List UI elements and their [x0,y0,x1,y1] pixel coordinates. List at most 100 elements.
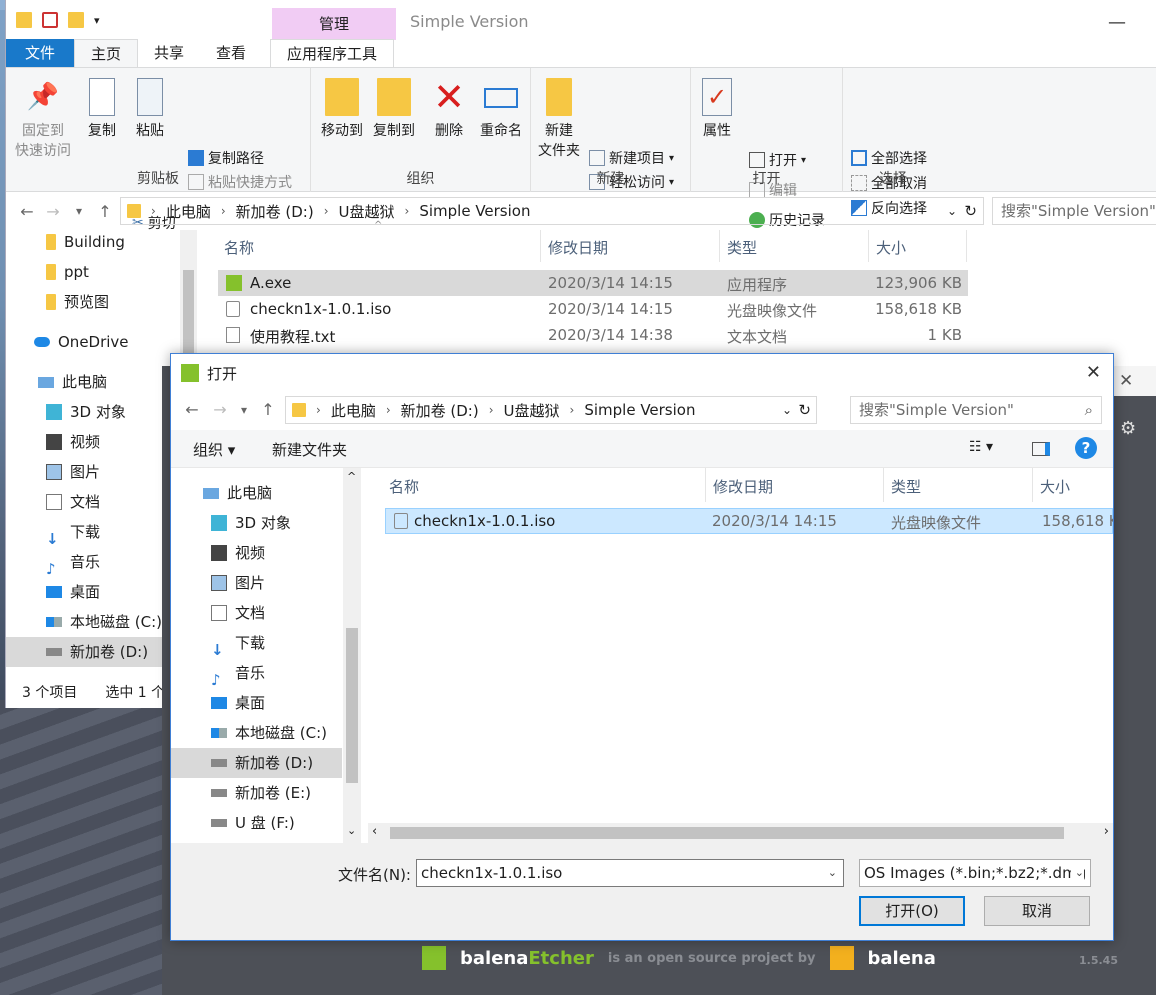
paste-button[interactable]: 粘贴 [128,78,172,140]
chevron-down-icon[interactable]: ⌄ [782,403,792,417]
scroll-right-icon[interactable]: › [1104,824,1109,839]
nav-item-desktop[interactable]: 桌面 [171,688,342,718]
up-icon[interactable]: ↑ [92,202,118,221]
nav-item-3d-objects[interactable]: 3D 对象 [6,397,181,427]
nav-item-videos[interactable]: 视频 [6,427,181,457]
scroll-down-icon[interactable]: ⌄ [347,824,356,837]
copy-path-button[interactable]: 复制路径 [188,148,264,168]
filetype-select[interactable]: OS Images (*.bin;*.bz2;*.dmg ⌄ [859,859,1091,887]
tab-home[interactable]: 主页 [74,39,139,67]
close-icon[interactable]: ✕ [1086,362,1101,383]
breadcrumb-current[interactable]: Simple Version [584,401,695,419]
nav-item-ppt[interactable]: ppt [6,257,181,287]
nav-item-downloads[interactable]: ↓ 下载 [6,517,181,548]
copy-to-button[interactable]: 复制到 [369,78,419,140]
search-input[interactable]: 搜索"Simple Version" [992,197,1156,225]
chevron-down-icon[interactable]: ⌄ [823,860,837,886]
horizontal-scrollbar[interactable]: ‹ › [368,823,1113,843]
nav-item-building[interactable]: Building [6,227,181,257]
forward-icon[interactable]: → [40,202,66,221]
new-item-button[interactable]: 新建项目 ▾ [589,148,674,168]
column-name[interactable]: 名称 [224,237,254,258]
chevron-down-icon[interactable]: ⌄ [947,204,957,218]
back-icon[interactable]: ← [179,400,205,419]
pin-quick-access-button[interactable]: 📌 固定到 快速访问 [12,78,74,160]
breadcrumb-drive-d[interactable]: 新加卷 (D:) [401,400,479,421]
recent-dropdown-icon[interactable]: ▾ [66,204,92,218]
dialog-search-input[interactable]: 搜索"Simple Version" ⌕ [850,396,1102,424]
properties-check-icon[interactable] [42,12,58,28]
file-row[interactable]: A.exe 2020/3/14 14:15 应用程序 123,906 KB [218,270,968,296]
nav-item-drive-d[interactable]: 新加卷 (D:) [171,748,342,778]
nav-item-documents[interactable]: 文档 [171,598,342,628]
nav-item-desktop[interactable]: 桌面 [6,577,181,607]
tab-share[interactable]: 共享 [138,39,200,67]
recent-dropdown-icon[interactable]: ▾ [231,403,257,417]
breadcrumb-folder[interactable]: U盘越狱 [339,201,395,222]
file-row[interactable]: checkn1x-1.0.1.iso 2020/3/14 14:15 光盘映像文… [218,296,968,322]
scroll-thumb[interactable] [346,628,358,783]
nav-item-drive-c[interactable]: 本地磁盘 (C:) [171,718,342,748]
breadcrumb-drive-d[interactable]: 新加卷 (D:) [236,201,314,222]
breadcrumb-this-pc[interactable]: 此电脑 [166,201,211,222]
back-icon[interactable]: ← [14,202,40,221]
new-folder-button[interactable]: 新建 文件夹 [535,78,583,160]
delete-button[interactable]: ✕ 删除 [429,78,469,140]
refresh-icon[interactable]: ↻ [798,401,811,419]
organize-menu-button[interactable]: 组织 ▾ [193,439,235,460]
properties-button[interactable]: ✓ 属性 [697,78,737,140]
refresh-icon[interactable]: ↻ [964,202,977,220]
column-divider[interactable] [719,230,720,262]
manage-context-tab[interactable]: 管理 [272,8,396,40]
balena-company[interactable]: balena [868,948,936,969]
scroll-up-icon[interactable]: ^ [347,470,356,483]
column-divider[interactable] [540,230,541,262]
nav-item-music[interactable]: ♪ 音乐 [171,658,342,689]
view-options-icon[interactable]: ☷ ▾ [969,439,993,455]
chevron-down-icon[interactable]: ⌄ [1070,860,1084,886]
file-row[interactable]: 使用教程.txt 2020/3/14 14:38 文本文档 1 KB [218,322,968,348]
close-icon[interactable]: ✕ [1119,371,1133,391]
breadcrumb-this-pc[interactable]: 此电脑 [331,400,376,421]
nav-item-drive-d[interactable]: 新加卷 (D:) [6,637,181,667]
scroll-left-icon[interactable]: ‹ [372,824,377,839]
select-all-button[interactable]: 全部选择 [851,148,927,168]
nav-item-drive-f[interactable]: U 盘 (F:) [171,808,342,838]
new-folder-icon[interactable] [68,12,84,28]
rename-button[interactable]: 重命名 [475,78,527,140]
move-to-button[interactable]: 移动到 [317,78,367,140]
cancel-button[interactable]: 取消 [984,896,1090,926]
column-divider[interactable] [705,468,706,502]
tab-application-tools[interactable]: 应用程序工具 [270,39,395,67]
column-divider[interactable] [868,230,869,262]
nav-item-previews[interactable]: 预览图 [6,287,181,317]
scroll-thumb[interactable] [390,827,1064,839]
tab-file[interactable]: 文件 [6,39,74,67]
gear-icon[interactable]: ⚙ [1120,418,1136,439]
nav-item-pictures[interactable]: 图片 [6,457,181,487]
nav-item-onedrive[interactable]: OneDrive [6,327,181,357]
nav-item-3d-objects[interactable]: 3D 对象 [171,508,342,538]
open-button[interactable]: 打开 ▾ [749,150,806,170]
column-divider[interactable] [1032,468,1033,502]
minimize-icon[interactable]: — [1108,12,1126,33]
preview-pane-icon[interactable] [1032,442,1050,456]
copy-button[interactable]: 复制 [80,78,124,140]
open-button[interactable]: 打开(O) [859,896,965,926]
column-type[interactable]: 类型 [891,476,921,497]
column-divider[interactable] [883,468,884,502]
forward-icon[interactable]: → [207,400,233,419]
dialog-breadcrumb[interactable]: › 此电脑 › 新加卷 (D:) › U盘越狱 › Simple Version… [285,396,817,424]
new-folder-button[interactable]: 新建文件夹 [272,439,347,460]
nav-item-downloads[interactable]: ↓ 下载 [171,628,342,659]
nav-item-music[interactable]: ♪ 音乐 [6,547,181,578]
breadcrumb[interactable]: › 此电脑 › 新加卷 (D:) › U盘越狱 › Simple Version… [120,197,984,225]
dialog-nav-scrollbar[interactable]: ^ ⌄ [343,468,361,843]
column-type[interactable]: 类型 [727,237,757,258]
tab-view[interactable]: 查看 [200,39,262,67]
nav-item-drive-c[interactable]: 本地磁盘 (C:) [6,607,181,637]
column-size[interactable]: 大小 [876,237,906,258]
filename-input[interactable]: checkn1x-1.0.1.iso ⌄ [416,859,844,887]
column-size[interactable]: 大小 [1040,476,1070,497]
help-icon[interactable]: ? [1075,437,1097,459]
